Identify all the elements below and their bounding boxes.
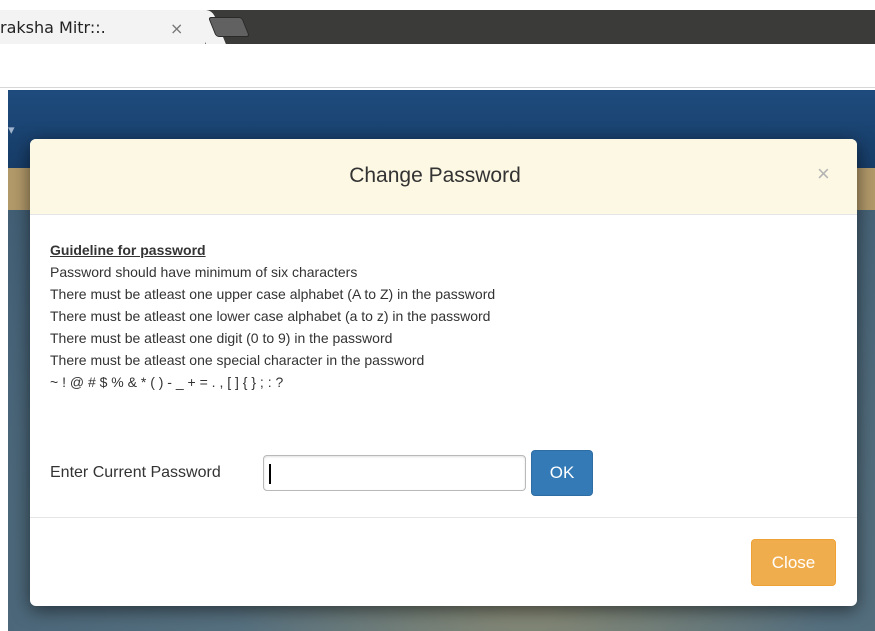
browser-tab[interactable]: raksha Mitr::. ×	[0, 10, 205, 44]
modal-body: Guideline for password Password should h…	[50, 239, 830, 393]
change-password-modal: Change Password × Guideline for password…	[30, 139, 857, 606]
modal-footer-divider	[30, 517, 857, 518]
close-icon[interactable]: ×	[817, 161, 830, 187]
special-characters-list: ~ ! @ # $ % & * ( ) - _ + = . , [ ] { } …	[50, 374, 284, 390]
caret-down-icon[interactable]: ▾	[8, 122, 15, 138]
text-cursor	[269, 464, 271, 484]
tab-title: raksha Mitr::.	[0, 18, 106, 37]
modal-header: Change Password ×	[30, 139, 857, 215]
modal-title: Change Password	[349, 164, 521, 187]
ok-button[interactable]: OK	[531, 450, 593, 496]
current-password-row: Enter Current Password OK	[50, 450, 750, 496]
guideline-line: There must be atleast one upper case alp…	[50, 286, 496, 302]
guideline-line: There must be atleast one lower case alp…	[50, 308, 491, 324]
guideline-line: There must be atleast one digit (0 to 9)…	[50, 330, 393, 346]
guideline-line: There must be atleast one special charac…	[50, 352, 425, 368]
browser-tabbar: raksha Mitr::. ×	[0, 0, 875, 44]
close-button[interactable]: Close	[751, 539, 836, 586]
current-password-label: Enter Current Password	[50, 464, 221, 481]
guideline-title: Guideline for password	[50, 242, 206, 258]
tab-close-icon[interactable]: ×	[170, 19, 183, 38]
browser-toolbar	[0, 44, 875, 88]
current-password-input[interactable]	[263, 455, 526, 491]
guideline-line: Password should have minimum of six char…	[50, 264, 358, 280]
